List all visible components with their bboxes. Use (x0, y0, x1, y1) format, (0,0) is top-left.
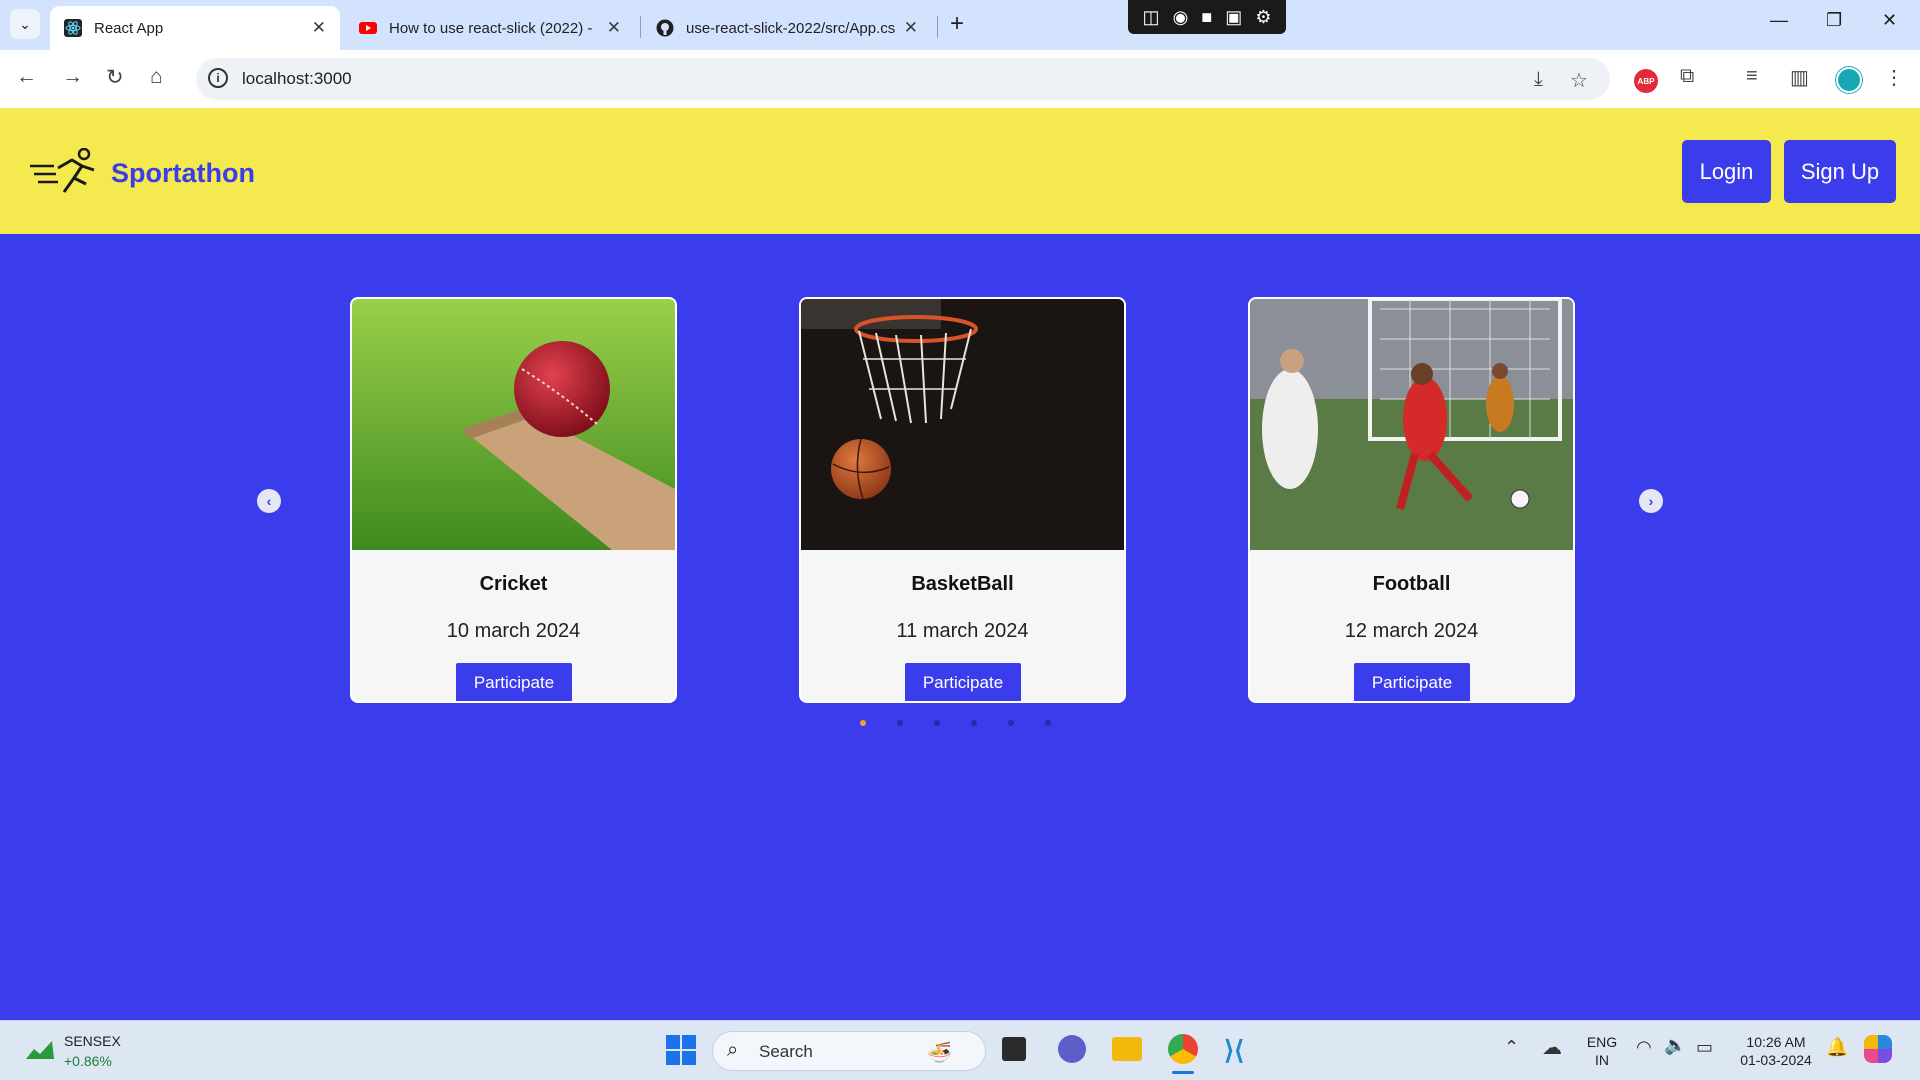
screenshot-icon[interactable]: ◫ (1143, 7, 1160, 28)
carousel-next-arrow-icon[interactable]: › (1639, 489, 1663, 513)
event-name: BasketBall (911, 573, 1014, 595)
address-bar[interactable]: i localhost:3000 ⤓ ☆ (196, 58, 1610, 100)
youtube-icon (359, 22, 377, 34)
clock[interactable]: 10:26 AM 01-03-2024 (1734, 1033, 1818, 1069)
gear-icon[interactable]: ⚙ (1255, 7, 1271, 28)
carousel-dot[interactable] (860, 720, 866, 726)
participate-button[interactable]: Participate (1354, 663, 1470, 701)
onedrive-cloud-icon[interactable]: ☁ (1542, 1035, 1562, 1060)
windows-start-icon[interactable] (666, 1035, 696, 1065)
vscode-icon[interactable]: ⟩⟨ (1224, 1035, 1244, 1066)
runner-logo-icon (30, 148, 95, 193)
task-view-icon[interactable] (1002, 1037, 1026, 1061)
windows-taskbar: SENSEX +0.86% ⌕ Search 🍜 ⟩⟨ ⌃ ☁ ENG IN ◠… (0, 1020, 1920, 1080)
carousel-prev-arrow-icon[interactable]: ‹ (257, 489, 281, 513)
back-arrow-icon[interactable]: ← (16, 65, 37, 89)
carousel-dot[interactable] (897, 720, 903, 726)
github-icon (656, 19, 674, 37)
tab-github[interactable]: use-react-slick-2022/src/App.cs ✕ (642, 6, 932, 50)
adblock-extension-icon[interactable]: ABP (1634, 69, 1658, 93)
notification-bell-icon[interactable]: 🔔 (1826, 1037, 1848, 1058)
app-header: Sportathon Login Sign Up (0, 108, 1920, 234)
sensex-change[interactable]: +0.86% (64, 1053, 112, 1069)
sensex-label[interactable]: SENSEX (64, 1033, 121, 1049)
forward-arrow-icon[interactable]: → (62, 65, 83, 89)
tab-title: React App (94, 19, 164, 37)
stock-trend-icon[interactable] (26, 1039, 54, 1061)
participate-button[interactable]: Participate (905, 663, 1021, 701)
close-window-button[interactable]: ✕ (1882, 10, 1897, 31)
tab-title: How to use react-slick (2022) - (389, 19, 593, 37)
signup-button[interactable]: Sign Up (1784, 140, 1896, 203)
region-code: IN (1595, 1052, 1609, 1068)
language-code: ENG (1586, 1034, 1618, 1050)
tab-title: use-react-slick-2022/src/App.cs (686, 19, 896, 37)
noodle-bowl-icon: 🍜 (927, 1042, 952, 1064)
tab-search-button[interactable]: ⌄ (10, 9, 40, 39)
react-icon (64, 19, 82, 37)
minimize-button[interactable]: — (1770, 10, 1788, 31)
reload-icon[interactable]: ↻ (106, 65, 124, 90)
side-panel-icon[interactable]: ▥ (1790, 65, 1809, 90)
copilot-icon[interactable] (1864, 1035, 1892, 1063)
event-name: Cricket (479, 573, 548, 595)
tab-react-app[interactable]: React App ✕ (50, 6, 340, 50)
restore-button[interactable]: ❐ (1826, 10, 1842, 31)
install-app-icon[interactable]: ⤓ (1534, 68, 1543, 91)
file-explorer-icon[interactable] (1112, 1037, 1142, 1061)
close-tab-icon[interactable]: ✕ (607, 18, 621, 38)
new-tab-button[interactable]: + (950, 10, 964, 38)
battery-icon[interactable]: ▭ (1696, 1037, 1713, 1058)
clock-time: 10:26 AM (1746, 1034, 1806, 1050)
tab-separator (640, 16, 641, 38)
participate-button[interactable]: Participate (456, 663, 572, 701)
browser-toolbar: ← → ↻ ⌂ i localhost:3000 ⤓ ☆ ABP ⧉ ≡ ▥ ⋮ (0, 50, 1920, 108)
brand-name[interactable]: Sportathon (111, 158, 255, 189)
tab-youtube[interactable]: How to use react-slick (2022) - ✕ (345, 6, 635, 50)
home-icon[interactable]: ⌂ (150, 65, 163, 89)
browser-tab-strip: ⌄ React App ✕ How to use react-slick (20… (0, 0, 1920, 50)
clock-date: 01-03-2024 (1740, 1052, 1812, 1068)
profile-avatar[interactable] (1836, 67, 1862, 93)
carousel-dots (860, 720, 1082, 726)
close-tab-icon[interactable]: ✕ (904, 18, 918, 38)
carousel-dot[interactable] (1045, 720, 1051, 726)
carousel-dot[interactable] (971, 720, 977, 726)
carousel-dot[interactable] (1008, 720, 1014, 726)
carousel-dot[interactable] (934, 720, 940, 726)
bookmark-star-icon[interactable]: ☆ (1570, 68, 1588, 93)
camera-icon[interactable]: ◉ (1173, 7, 1189, 28)
event-card-football: Football 12 march 2024 Participate (1248, 297, 1575, 703)
chevron-up-icon[interactable]: ⌃ (1504, 1037, 1519, 1058)
event-card-basketball: BasketBall 11 march 2024 Participate (799, 297, 1126, 703)
volume-icon[interactable]: 🔈 (1664, 1035, 1686, 1056)
cricket-image (352, 299, 675, 550)
screen-capture-toolbar: ◫ ◉ ■ ▣ ⚙ (1128, 0, 1286, 34)
wifi-icon[interactable]: ◠ (1636, 1037, 1652, 1058)
login-button[interactable]: Login (1682, 140, 1771, 203)
url-text[interactable]: localhost:3000 (242, 69, 352, 89)
window-icon[interactable]: ▣ (1225, 7, 1242, 28)
extensions-puzzle-icon[interactable]: ⧉ (1680, 65, 1694, 88)
taskbar-search-box[interactable]: ⌕ Search 🍜 (712, 1031, 986, 1071)
basketball-image (801, 299, 1124, 550)
site-info-icon[interactable]: i (208, 68, 228, 88)
video-icon[interactable]: ■ (1201, 7, 1212, 28)
language-indicator[interactable]: ENG IN (1586, 1033, 1618, 1069)
active-app-indicator (1172, 1071, 1194, 1074)
event-date: 10 march 2024 (446, 620, 581, 642)
event-date: 11 march 2024 (896, 620, 1029, 642)
tab-separator (937, 16, 938, 38)
teams-chat-icon[interactable] (1058, 1035, 1086, 1063)
close-tab-icon[interactable]: ✕ (312, 18, 326, 38)
event-name: Football (1372, 573, 1451, 595)
chrome-icon[interactable] (1168, 1034, 1198, 1064)
event-card-cricket: Cricket 10 march 2024 Participate (350, 297, 677, 703)
event-date: 12 march 2024 (1344, 620, 1479, 642)
media-controls-icon[interactable]: ≡ (1746, 65, 1758, 88)
search-icon: ⌕ (727, 1039, 739, 1061)
menu-dots-icon[interactable]: ⋮ (1884, 65, 1904, 90)
search-label: Search (759, 1042, 813, 1061)
football-image (1250, 299, 1573, 550)
